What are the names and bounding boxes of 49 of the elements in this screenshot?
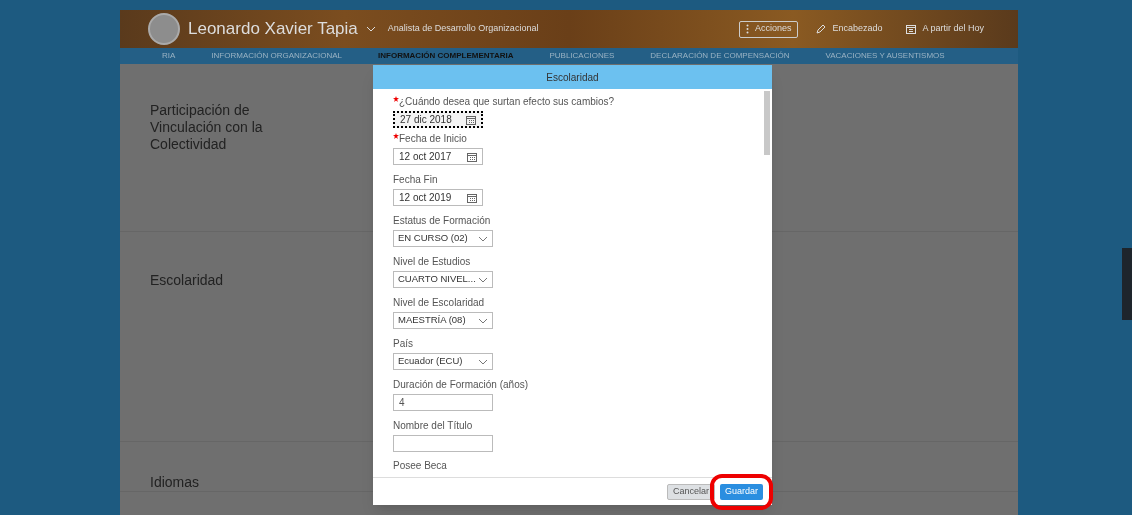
vertical-dots-icon <box>745 24 749 34</box>
chevron-down-icon <box>478 276 488 283</box>
tab[interactable]: INFORMACIÓN ORGANIZACIONAL <box>211 50 343 62</box>
side-tab[interactable] <box>1122 248 1132 320</box>
section-title: Idiomas <box>150 474 201 491</box>
chevron-down-icon[interactable] <box>365 26 376 32</box>
field-label: Duración de Formación (años) <box>393 378 529 391</box>
field-label: País <box>393 337 413 350</box>
field-label: Nivel de Escolaridad <box>393 296 485 309</box>
input-field[interactable] <box>393 435 493 452</box>
tab[interactable]: DECLARACIÓN DE COMPENSACIÓN <box>650 50 790 62</box>
field-label: Fecha Fin <box>393 173 438 186</box>
calendar-icon <box>467 151 477 162</box>
calendar-icon <box>467 192 477 203</box>
section-title: Escolaridad <box>150 272 225 289</box>
job-title: Analista de Desarrollo Organizacional <box>387 22 539 36</box>
tab[interactable]: VACACIONES Y AUSENTISMOS <box>825 50 945 62</box>
chevron-down-icon <box>478 358 488 365</box>
field-label: Fecha de Inicio <box>393 132 467 145</box>
select-field[interactable]: EN CURSO (02) <box>393 230 493 247</box>
select-field[interactable]: CUARTO NIVEL... <box>393 271 493 288</box>
field-label: Nombre del Título <box>393 419 473 432</box>
scrollbar-thumb[interactable] <box>764 91 770 155</box>
calendar-icon <box>466 114 476 125</box>
section-title: Participación de Vinculación con la Colectividad <box>150 102 264 153</box>
header-action-button[interactable]: A partir del Hoy <box>900 20 990 38</box>
employee-name: Leonardo Xavier Tapia <box>188 18 358 41</box>
header-action-button[interactable]: Acciones <box>738 20 799 38</box>
pencil-icon <box>816 24 827 34</box>
readonly-field: 4 <box>393 394 493 411</box>
date-field[interactable]: 12 oct 2019 <box>393 189 483 206</box>
tab[interactable]: RIA <box>162 50 176 62</box>
field-label: Nivel de Estudios <box>393 255 471 268</box>
header-action-button[interactable]: Encabezado <box>810 20 889 38</box>
tab[interactable]: PUBLICACIONES <box>549 50 615 62</box>
dialog-title: Escolaridad <box>373 65 772 89</box>
chevron-down-icon <box>478 317 488 324</box>
date-field[interactable]: 12 oct 2017 <box>393 148 483 165</box>
field-label: ¿Cuándo desea que surtan efecto sus cambios? <box>393 95 615 108</box>
select-field[interactable]: MAESTRÍA (08) <box>393 312 493 329</box>
select-field[interactable]: Ecuador (ECU) <box>393 353 493 370</box>
avatar <box>148 13 180 45</box>
calendar-icon <box>906 24 917 34</box>
field-label: Estatus de Formación <box>393 214 491 227</box>
chevron-down-icon <box>478 235 488 242</box>
save-button[interactable]: Guardar <box>719 483 763 500</box>
date-field[interactable]: 27 dic 2018 <box>393 111 483 128</box>
cancel-button[interactable]: Cancelar <box>666 483 715 500</box>
field-label: Posee Beca <box>393 459 447 472</box>
